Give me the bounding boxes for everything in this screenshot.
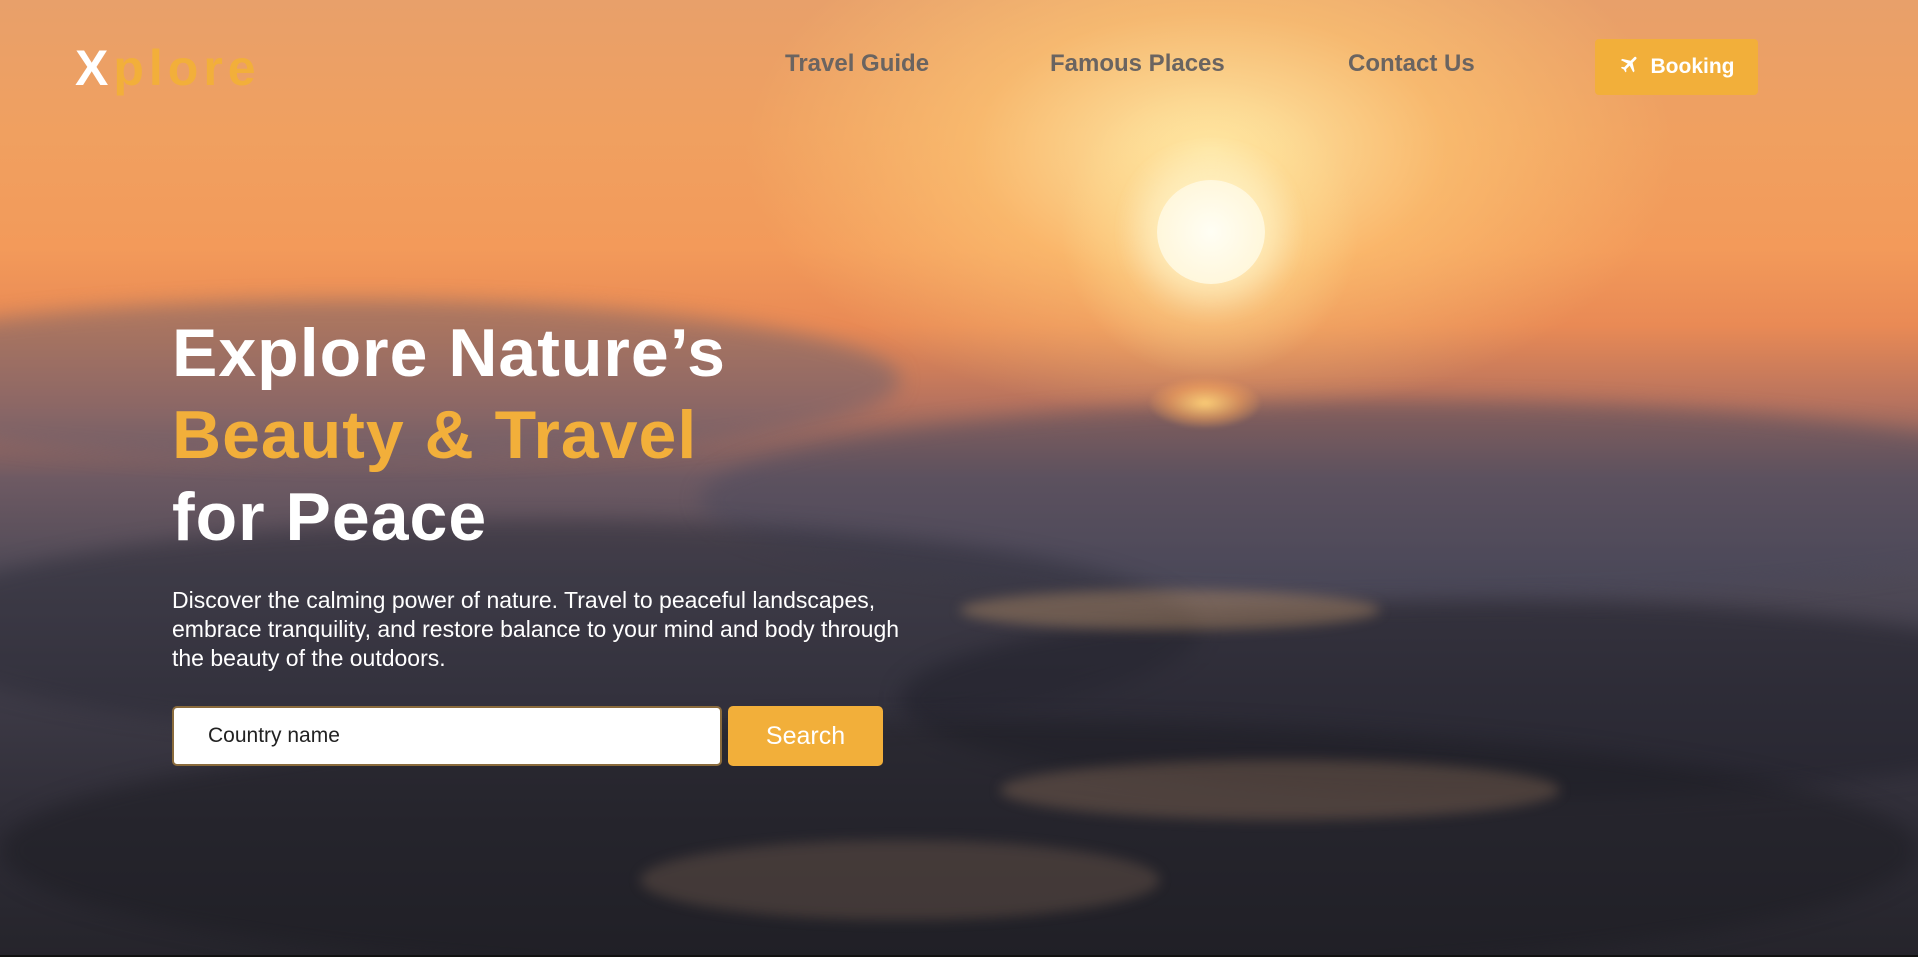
sun <box>1157 180 1265 284</box>
search-button[interactable]: Search <box>728 706 883 766</box>
logo-letter-x: X <box>75 40 114 96</box>
airplane-icon <box>1619 53 1641 81</box>
headline-line-3: for Peace <box>172 479 488 555</box>
sun-reflection <box>1150 378 1260 428</box>
nav-travel-guide[interactable]: Travel Guide <box>785 50 929 78</box>
water-shine <box>640 840 1160 920</box>
water-shine <box>960 590 1380 630</box>
booking-button[interactable]: Booking <box>1595 39 1758 95</box>
nav-famous-places[interactable]: Famous Places <box>1050 50 1225 78</box>
logo-text-rest: plore <box>113 40 261 96</box>
country-search-input[interactable] <box>172 706 722 766</box>
booking-label: Booking <box>1650 55 1735 78</box>
headline-line-2: Beauty & Travel <box>172 397 698 473</box>
hero-headline: Explore Nature’s Beauty & Travel for Pea… <box>172 312 726 558</box>
hero-background: Xplore Travel Guide Famous Places Contac… <box>0 0 1918 957</box>
hero-description: Discover the calming power of nature. Tr… <box>172 587 900 671</box>
water-shine <box>1000 760 1560 820</box>
logo[interactable]: Xplore <box>75 38 261 98</box>
nav-contact-us[interactable]: Contact Us <box>1348 50 1475 78</box>
headline-line-1: Explore Nature’s <box>172 315 726 391</box>
